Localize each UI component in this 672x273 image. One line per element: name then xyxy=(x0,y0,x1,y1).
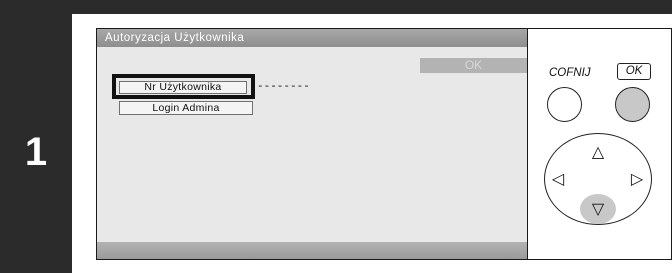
ok-key-label: OK xyxy=(617,63,651,80)
arrow-right-icon[interactable]: ▷ xyxy=(627,172,647,188)
touch-screen: Autoryzacja Użytkownika OK Nr Użytkownik… xyxy=(97,29,528,259)
arrow-left-icon[interactable]: ◁ xyxy=(548,172,568,188)
arrow-up-icon: △ xyxy=(591,144,605,161)
status-bar xyxy=(97,242,527,259)
back-key[interactable] xyxy=(547,87,582,122)
user-number-button[interactable]: Nr Użytkownika xyxy=(119,81,247,94)
arrow-down-icon: ▽ xyxy=(591,201,605,218)
admin-login-button[interactable]: Login Admina xyxy=(119,101,253,115)
top-divider-bar xyxy=(72,0,672,14)
screen-ok-button[interactable]: OK xyxy=(420,58,527,73)
user-number-value: -------- xyxy=(257,81,310,93)
ok-key[interactable] xyxy=(615,87,650,122)
back-key-label: COFNIJ xyxy=(549,67,591,79)
screen-title: Autoryzacja Użytkownika xyxy=(97,29,527,47)
step-number: 1 xyxy=(24,130,48,174)
hardware-keypad: COFNIJ OK △ ▽ ◁ ▷ xyxy=(529,29,671,259)
